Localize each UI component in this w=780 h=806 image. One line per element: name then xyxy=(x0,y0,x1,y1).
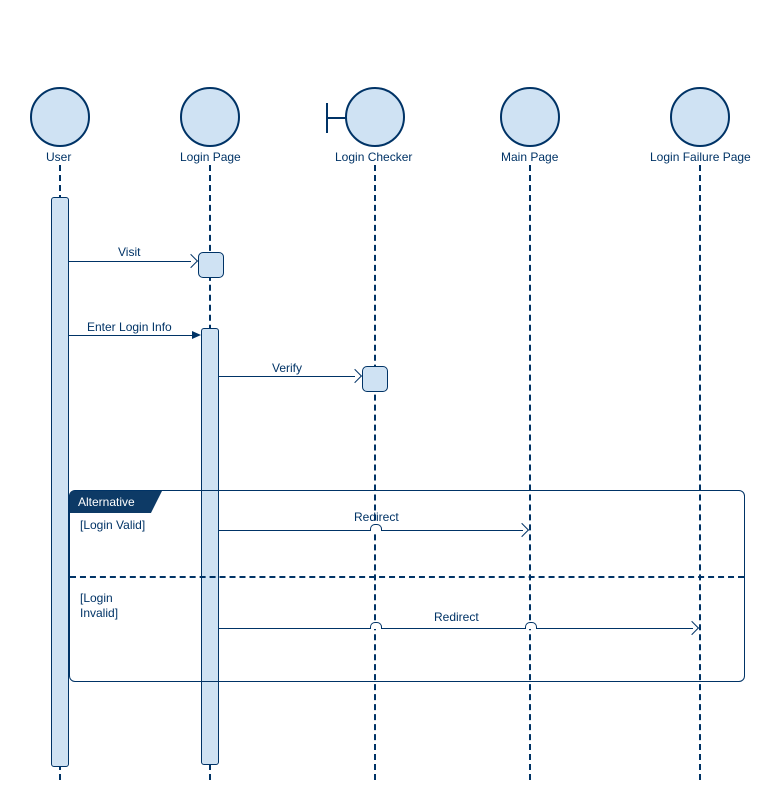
interface-connector xyxy=(326,117,346,119)
actor-login-page-label: Login Page xyxy=(180,150,241,164)
alt-fragment-operator: Alternative xyxy=(70,491,162,513)
sequence-diagram: User Login Page Login Checker Main Page … xyxy=(0,0,780,806)
msg-verify-line xyxy=(219,376,355,377)
bump-invalid-2 xyxy=(525,622,537,629)
msg-redirect-valid-label: Redirect xyxy=(354,510,399,524)
alt-guard-invalid-l1: [Login xyxy=(80,591,113,605)
actor-login-failure-head xyxy=(670,87,730,147)
alt-guard-invalid-l2: Invalid] xyxy=(80,606,118,620)
msg-verify-arrow xyxy=(348,369,362,383)
alt-fragment: Alternative [Login Valid] [Login Invalid… xyxy=(69,490,745,682)
actor-main-page-head xyxy=(500,87,560,147)
msg-verify-label: Verify xyxy=(272,361,302,375)
msg-visit-line xyxy=(69,261,191,262)
actor-user-head xyxy=(30,87,90,147)
msg-redirect-invalid-label: Redirect xyxy=(434,610,479,624)
bump-invalid-1 xyxy=(370,622,382,629)
actor-login-checker-label: Login Checker xyxy=(335,150,412,164)
exec-box-visit xyxy=(198,252,224,278)
lifeline-main-page xyxy=(529,165,531,780)
msg-enter-login-line xyxy=(69,335,192,336)
exec-box-verify xyxy=(362,366,388,392)
actor-main-page-label: Main Page xyxy=(501,150,558,164)
actor-login-failure-label: Login Failure Page xyxy=(650,150,751,164)
actor-login-checker-head xyxy=(345,87,405,147)
msg-enter-login-label: Enter Login Info xyxy=(87,320,172,334)
bump-valid xyxy=(370,524,382,531)
actor-user-label: User xyxy=(46,150,71,164)
alt-divider xyxy=(70,576,744,578)
activation-user xyxy=(51,197,69,767)
msg-visit-arrow xyxy=(184,254,198,268)
msg-visit-label: Visit xyxy=(118,245,140,259)
lifeline-login-failure xyxy=(699,165,701,780)
msg-redirect-invalid-line xyxy=(219,628,693,629)
alt-guard-valid: [Login Valid] xyxy=(80,518,145,532)
msg-enter-login-arrow xyxy=(192,331,201,339)
actor-login-page-head xyxy=(180,87,240,147)
lifeline-login-checker xyxy=(374,165,376,780)
